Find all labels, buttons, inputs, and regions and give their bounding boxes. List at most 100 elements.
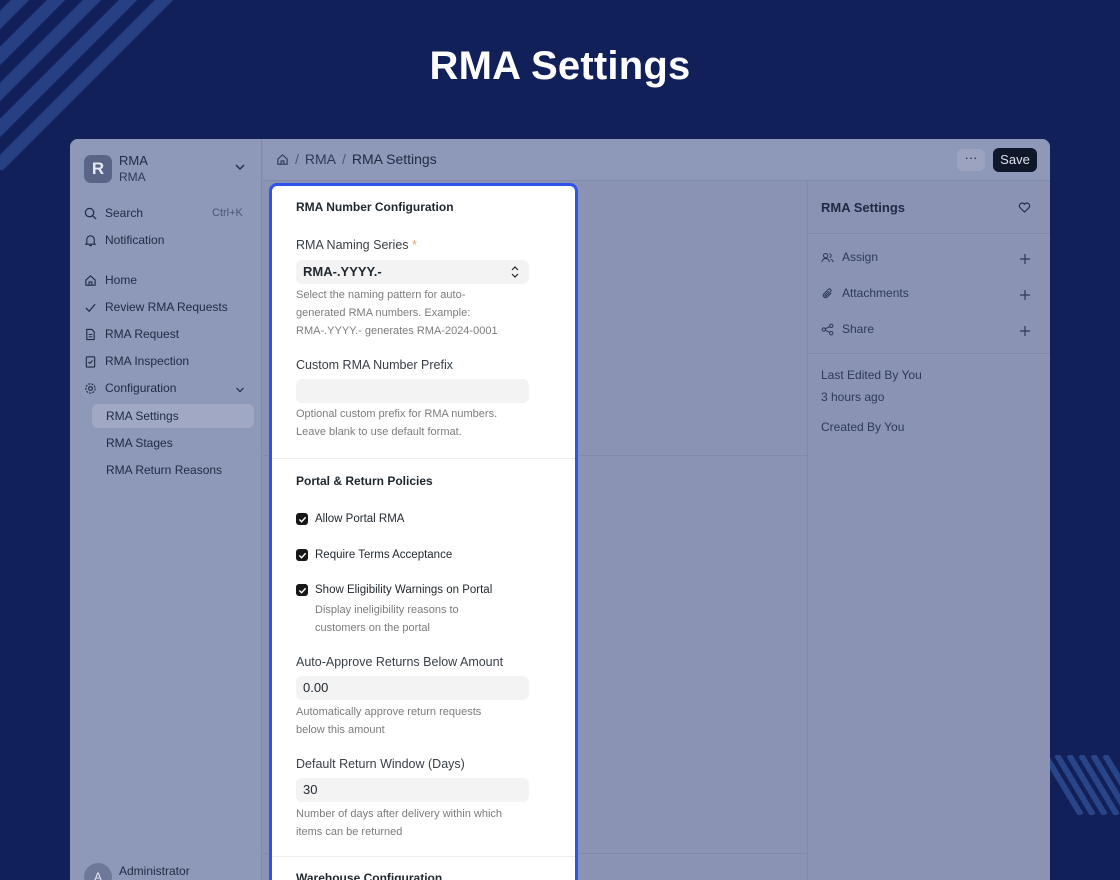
plus-icon[interactable]	[1019, 289, 1031, 301]
description-line: Number of days after delivery within whi…	[296, 808, 503, 820]
search-label: Search	[105, 206, 144, 220]
sidebar-item-home[interactable]: Home	[84, 269, 137, 291]
created-by: Created By You	[821, 420, 905, 434]
description-line: below this amount	[296, 724, 385, 736]
auto-approve-label: Auto-Approve Returns Below Amount	[296, 655, 504, 669]
sidebar-item-rma-stages[interactable]: RMA Stages	[92, 431, 254, 455]
prefix-input[interactable]	[296, 379, 529, 403]
brand-logo: R	[84, 155, 112, 183]
users-icon	[821, 252, 834, 262]
naming-series-select[interactable]: RMA-.YYYY.-	[296, 260, 529, 284]
naming-series-label-text: RMA Naming Series	[296, 238, 409, 252]
sidebar-item-label: RMA Stages	[106, 436, 173, 450]
required-marker: *	[412, 238, 417, 252]
breadcrumb-rma[interactable]: RMA	[305, 151, 336, 167]
description-line: Optional custom prefix for RMA numbers.	[296, 408, 498, 420]
divider	[808, 353, 1050, 354]
check-icon	[85, 303, 96, 312]
page-header: / RMA / RMA Settings ··· Save	[263, 139, 1050, 181]
hero-title: RMA Settings	[429, 44, 691, 88]
chevron-down-icon[interactable]	[235, 385, 245, 395]
require-terms-checkbox[interactable]: Require Terms Acceptance	[296, 549, 452, 561]
brand-sub: RMA	[119, 170, 146, 184]
description-line: Leave blank to use default format.	[296, 426, 462, 438]
workspace-switcher[interactable]: R RMA RMA	[84, 153, 148, 185]
return-window-label: Default Return Window (Days)	[296, 757, 465, 771]
sidebar-item-review-rma-requests[interactable]: Review RMA Requests	[84, 296, 228, 318]
return-window-input[interactable]: 30	[296, 778, 529, 802]
sidebar-item-rma-settings[interactable]: RMA Settings	[92, 404, 254, 428]
sidebar-item-label: RMA Inspection	[105, 354, 190, 368]
description-line: customers on the portal	[315, 622, 430, 634]
return-window-description: Number of days after delivery within whi…	[296, 805, 536, 841]
description-line: Display ineligibility reasons to	[315, 604, 459, 616]
plus-icon[interactable]	[1019, 325, 1031, 337]
assign-action[interactable]: Assign	[821, 250, 878, 264]
breadcrumb-separator: /	[295, 151, 299, 167]
section-divider	[272, 856, 575, 857]
search-button[interactable]: Search	[84, 202, 143, 224]
auto-approve-input[interactable]: 0.00	[296, 676, 529, 700]
description-line: Select the naming pattern for auto-	[296, 289, 466, 301]
description-line: Automatically approve return requests	[296, 706, 482, 718]
avatar: A	[84, 863, 112, 880]
share-action[interactable]: Share	[821, 322, 874, 336]
share-icon	[821, 323, 834, 335]
notification-button[interactable]: Notification	[84, 229, 164, 251]
checkbox-label: Allow Portal RMA	[315, 513, 405, 525]
description-line: generated RMA numbers. Example:	[296, 307, 471, 319]
description-line: items can be returned	[296, 826, 403, 838]
user-name: Administrator	[119, 864, 190, 878]
sidebar-item-label: RMA Settings	[106, 409, 179, 423]
home-icon[interactable]	[276, 153, 289, 166]
sidebar-item-rma-request[interactable]: RMA Request	[84, 323, 179, 345]
sidebar-item-configuration[interactable]: Configuration	[84, 377, 176, 399]
chevron-down-icon[interactable]	[234, 161, 246, 173]
section-title: Warehouse Configuration	[296, 871, 443, 880]
sidebar-item-rma-inspection[interactable]: RMA Inspection	[84, 350, 189, 372]
sidebar-item-label: Home	[105, 273, 138, 287]
select-arrows-icon	[511, 266, 519, 278]
clipboard-check-icon	[85, 355, 96, 368]
document-icon	[86, 328, 95, 340]
doc-title: RMA Settings	[821, 200, 906, 215]
attachments-action[interactable]: Attachments	[821, 286, 909, 300]
search-shortcut: Ctrl+K	[212, 207, 243, 219]
bell-icon	[84, 234, 97, 246]
heart-icon[interactable]	[1018, 201, 1031, 214]
naming-series-description: Select the naming pattern for auto- gene…	[296, 286, 536, 340]
breadcrumb: / RMA / RMA Settings	[276, 151, 437, 167]
section-divider	[272, 458, 575, 459]
save-button[interactable]: Save	[993, 148, 1037, 172]
checkbox-label: Show Eligibility Warnings on Portal	[315, 584, 493, 596]
naming-series-value: RMA-.YYYY.-	[303, 264, 382, 279]
brand-name: RMA	[119, 153, 148, 168]
show-warnings-checkbox[interactable]: Show Eligibility Warnings on Portal	[296, 584, 492, 596]
plus-icon[interactable]	[1019, 253, 1031, 265]
warnings-description: Display ineligibility reasons to custome…	[315, 601, 555, 637]
page-title: RMA Settings	[351, 151, 437, 167]
home-icon	[85, 274, 96, 286]
share-label: Share	[842, 322, 875, 336]
checkbox-checked-icon	[296, 584, 308, 596]
user-menu[interactable]: A Administrator	[84, 863, 190, 880]
allow-portal-checkbox[interactable]: Allow Portal RMA	[296, 513, 404, 525]
divider	[808, 233, 1050, 234]
sidebar-right: RMA Settings Assign Attachments Share La…	[807, 182, 1050, 880]
sidebar-item-label: RMA Request	[105, 327, 180, 341]
checkbox-checked-icon	[296, 549, 308, 561]
sidebar: R RMA RMA Search Ctrl+K Notification Hom…	[70, 139, 262, 880]
last-edited-time: 3 hours ago	[821, 390, 885, 404]
section-title: Portal & Return Policies	[296, 474, 433, 488]
assign-label: Assign	[842, 250, 879, 264]
prefix-label: Custom RMA Number Prefix	[296, 358, 453, 372]
checkbox-label: Require Terms Acceptance	[315, 549, 453, 561]
attachments-label: Attachments	[842, 286, 909, 300]
breadcrumb-separator: /	[342, 151, 346, 167]
gear-icon	[85, 382, 96, 394]
sidebar-item-rma-return-reasons[interactable]: RMA Return Reasons	[92, 458, 254, 482]
paperclip-icon	[822, 287, 832, 298]
last-edited: Last Edited By You	[821, 368, 922, 382]
sidebar-item-label: Configuration	[105, 381, 177, 395]
more-actions-button[interactable]: ···	[957, 149, 985, 171]
